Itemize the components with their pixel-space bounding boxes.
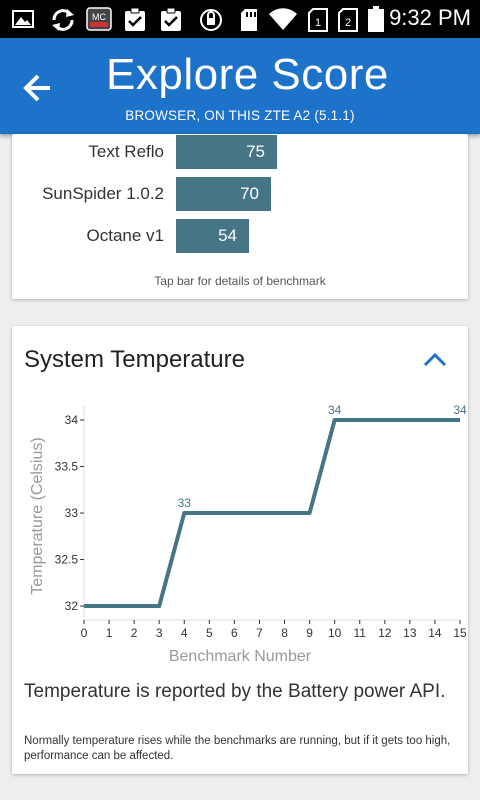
temperature-description: Normally temperature rises while the ben… [24, 735, 451, 762]
y-tick-label: 32.5 [55, 553, 79, 567]
clipboard-check-icon [125, 8, 145, 31]
benchmark-value: 54 [218, 226, 237, 245]
system-temperature-card: System Temperature Temperature (Celsius)… [12, 326, 468, 774]
x-tick-label: 3 [156, 626, 163, 640]
x-tick-label: 0 [81, 626, 88, 640]
y-tick-label: 33.5 [55, 459, 79, 473]
wifi-icon [269, 8, 297, 30]
x-tick-label: 15 [453, 626, 467, 640]
benchmark-value: 70 [240, 184, 259, 203]
x-tick-label: 7 [256, 626, 263, 640]
svg-text:MC: MC [92, 12, 106, 22]
x-tick-label: 6 [231, 626, 238, 640]
sim-icon: 2 [338, 8, 358, 32]
sync-icon [52, 9, 74, 31]
benchmark-label: SunSpider 1.0.2 [42, 184, 164, 203]
y-tick-label: 32 [65, 599, 79, 613]
image-icon [12, 10, 34, 28]
temperature-note: Temperature is reported by the Battery p… [24, 681, 446, 702]
x-tick-label: 12 [378, 626, 392, 640]
status-time: 9:32 PM [389, 5, 471, 30]
benchmark-bar[interactable]: 54 [176, 219, 249, 253]
benchmark-row[interactable]: SunSpider 1.0.2 70 [12, 177, 468, 211]
vpn-icon [200, 9, 222, 31]
x-tick-label: 9 [306, 626, 313, 640]
benchmark-bar[interactable]: 70 [176, 177, 271, 211]
benchmark-scores-card: Text Reflo 75 SunSpider 1.0.2 70 Octane … [12, 134, 468, 299]
page-title: Explore Score [106, 50, 389, 99]
x-tick-label: 14 [428, 626, 442, 640]
x-tick-label: 2 [131, 626, 138, 640]
data-label: 34 [328, 404, 342, 417]
x-tick-label: 11 [353, 626, 366, 640]
x-tick-label: 10 [328, 626, 342, 640]
arrow-left-icon[interactable] [18, 68, 58, 108]
svg-text:2: 2 [345, 17, 351, 29]
app-bar: Explore Score BROWSER, ON THIS ZTE A2 (5… [0, 38, 480, 134]
benchmark-bar[interactable]: 75 [176, 135, 277, 169]
data-label: 34 [453, 404, 467, 417]
benchmark-label: Octane v1 [86, 226, 165, 245]
x-tick-label: 13 [403, 626, 417, 640]
chevron-up-icon[interactable] [420, 348, 450, 372]
data-label: 33 [178, 496, 192, 510]
y-tick-label: 34 [65, 413, 79, 427]
clipboard-check-icon [161, 8, 181, 31]
x-tick-label: 4 [181, 626, 188, 640]
benchmark-row[interactable]: Octane v1 54 [12, 219, 468, 253]
benchmark-value: 75 [246, 142, 265, 161]
temperature-series-line [84, 417, 460, 609]
benchmark-row[interactable]: Text Reflo 75 [12, 135, 468, 169]
temperature-chart: Temperature (Celsius) Benchmark Number 3… [29, 404, 467, 665]
tap-hint: Tap bar for details of benchmark [154, 274, 326, 288]
benchmark-label: Text Reflo [88, 142, 164, 161]
section-title: System Temperature [24, 346, 245, 373]
x-tick-label: 1 [106, 626, 113, 640]
sd-card-icon [241, 9, 257, 31]
page-subtitle: BROWSER, ON THIS ZTE A2 (5.1.1) [125, 108, 355, 123]
y-axis-label: Temperature (Celsius) [29, 437, 46, 594]
x-tick-label: 8 [281, 626, 288, 640]
status-bar: MC 1 2 9:32 PM [0, 0, 480, 38]
battery-icon [368, 6, 384, 32]
svg-text:1: 1 [315, 17, 321, 29]
x-axis-label: Benchmark Number [169, 648, 312, 665]
y-tick-label: 33 [65, 506, 79, 520]
sim-icon: 1 [308, 8, 328, 32]
x-tick-label: 5 [206, 626, 213, 640]
mc-app-icon: MC [86, 7, 112, 31]
